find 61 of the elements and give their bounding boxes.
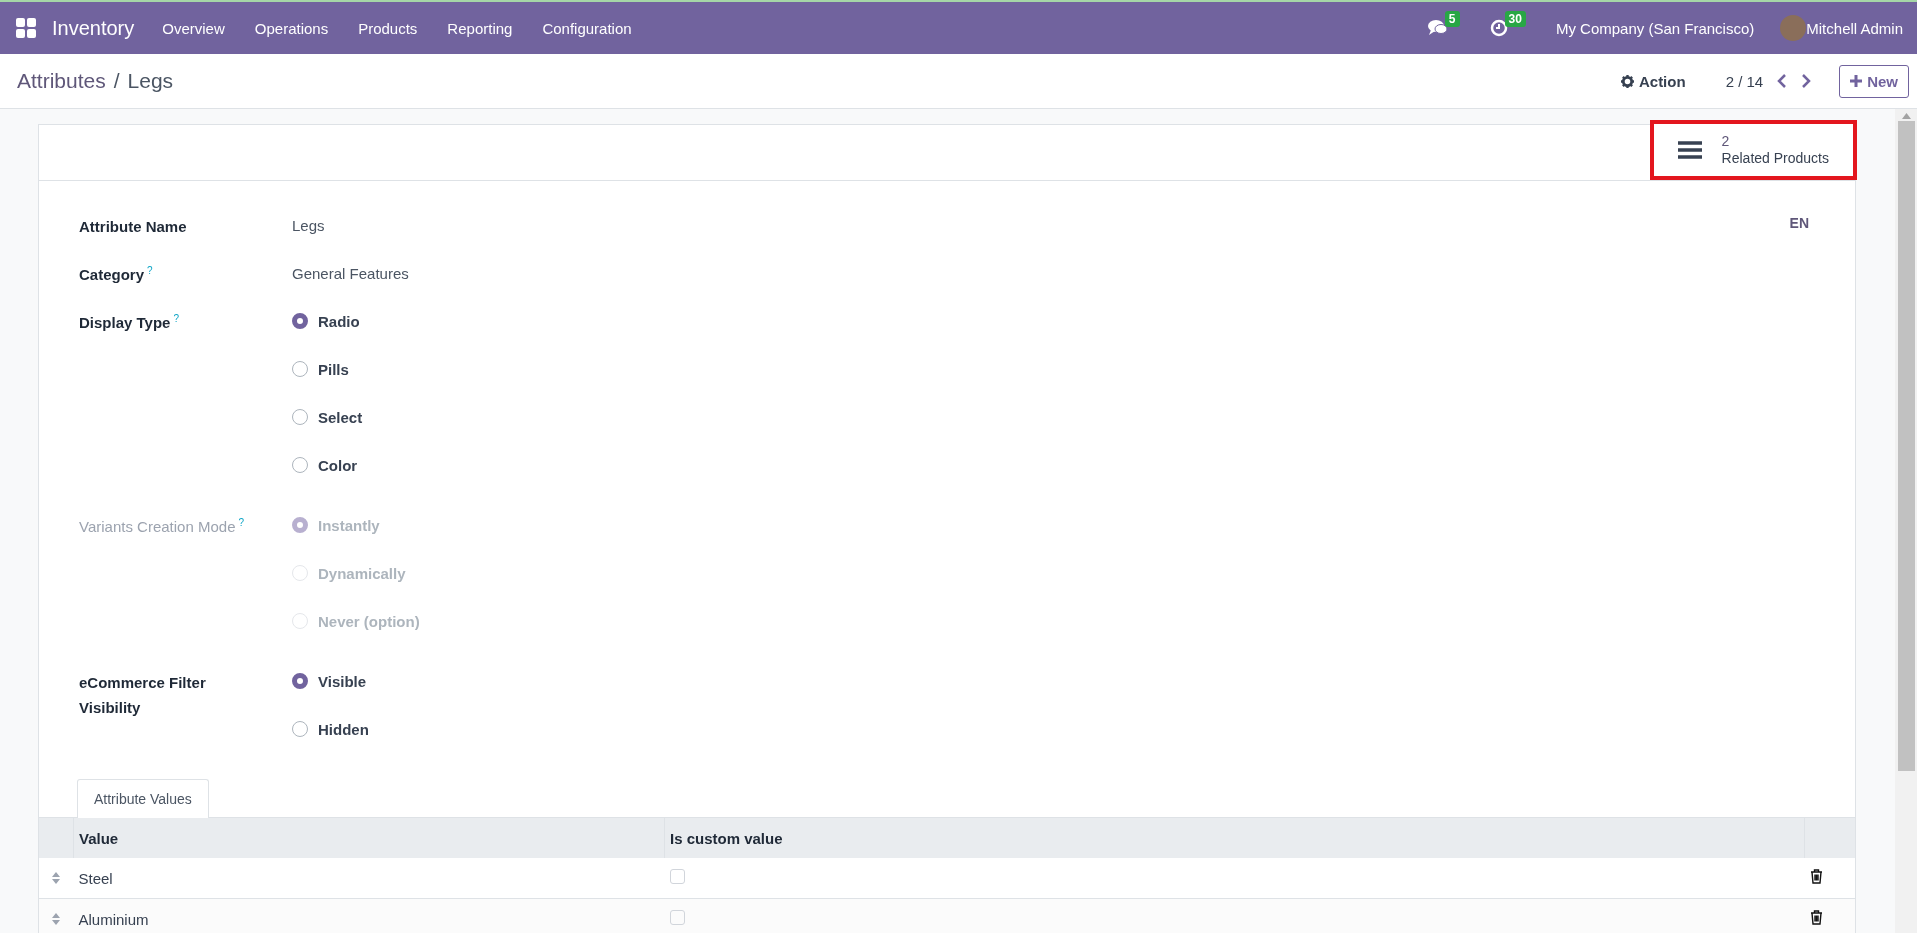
- previous-record-icon[interactable]: [1777, 74, 1788, 88]
- field-value[interactable]: General Features: [292, 249, 409, 297]
- trash-icon[interactable]: [1809, 869, 1823, 884]
- action-menu-button[interactable]: Action: [1620, 72, 1686, 90]
- chat-icon[interactable]: [1427, 19, 1448, 37]
- gear-icon: [1620, 74, 1634, 88]
- menu-item[interactable]: Reporting: [447, 19, 513, 37]
- menu-item[interactable]: Operations: [254, 19, 329, 37]
- column-header[interactable]: Value: [73, 818, 665, 858]
- clock-icon[interactable]: [1489, 19, 1508, 37]
- radio-button[interactable]: [292, 673, 308, 689]
- radio-label[interactable]: Radio: [318, 312, 360, 330]
- trash-icon[interactable]: [1809, 910, 1823, 925]
- field-label: Attribute Name: [79, 217, 188, 237]
- new-button[interactable]: New: [1839, 64, 1909, 98]
- radio-label[interactable]: Hidden: [318, 720, 369, 738]
- scrollbar[interactable]: [1895, 109, 1917, 933]
- scroll-up-arrow-icon[interactable]: [1901, 113, 1911, 119]
- next-record-icon[interactable]: [1801, 74, 1812, 88]
- field-value[interactable]: Legs: [292, 201, 325, 249]
- breadcrumb-current: Legs: [127, 69, 174, 93]
- radio-button[interactable]: [292, 409, 308, 425]
- menu-item[interactable]: Products: [358, 19, 418, 37]
- drag-handle-icon[interactable]: [51, 871, 62, 885]
- field-label: eCommerce Filter Visibility: [79, 673, 207, 718]
- table-cell: Aluminium: [73, 898, 665, 933]
- related-products-button[interactable]: 2 Related Products: [1649, 120, 1857, 180]
- radio-label[interactable]: Pills: [318, 360, 349, 378]
- field-label: Variants Creation Mode $^{?}$: [79, 516, 246, 537]
- app-name[interactable]: Inventory: [52, 16, 135, 40]
- breadcrumb-separator: /: [113, 69, 120, 93]
- radio-button[interactable]: [292, 457, 308, 473]
- breadcrumb-link[interactable]: Attributes: [17, 69, 106, 93]
- related-products-count: 2: [1721, 132, 1730, 150]
- radio-button[interactable]: [292, 313, 308, 329]
- list-icon: [1677, 140, 1702, 160]
- menu-item[interactable]: Overview: [162, 19, 225, 37]
- notebook-tab[interactable]: Attribute Values: [77, 779, 209, 818]
- radio-button[interactable]: [292, 361, 308, 377]
- checkbox[interactable]: [669, 910, 685, 925]
- user-avatar[interactable]: [1780, 15, 1807, 41]
- field-label: Category $^{?}$: [79, 264, 154, 285]
- apps-menu-icon[interactable]: [16, 18, 36, 38]
- radio-label[interactable]: Select: [318, 408, 363, 426]
- radio-button[interactable]: [292, 721, 308, 737]
- radio-label[interactable]: Visible: [318, 672, 367, 690]
- field-label: Display Type $^{?}$: [79, 312, 180, 333]
- user-menu[interactable]: Mitchell Admin: [1806, 19, 1903, 37]
- related-products-label: Related Products: [1721, 150, 1829, 168]
- plus-icon: [1850, 75, 1863, 87]
- column-header[interactable]: Is custom value: [664, 818, 1805, 858]
- company-switcher[interactable]: My Company (San Francisco): [1555, 19, 1755, 37]
- menu-item[interactable]: Configuration: [542, 19, 632, 37]
- radio-label[interactable]: Color: [318, 456, 358, 474]
- checkbox[interactable]: [669, 869, 685, 884]
- pager-value[interactable]: 2 / 14: [1725, 72, 1764, 90]
- language-switcher[interactable]: EN: [1789, 215, 1809, 231]
- message-count-badge: 5: [1444, 11, 1460, 27]
- drag-handle-icon[interactable]: [51, 912, 62, 926]
- activity-count-badge: 30: [1504, 11, 1526, 27]
- table-cell: Steel: [73, 858, 665, 899]
